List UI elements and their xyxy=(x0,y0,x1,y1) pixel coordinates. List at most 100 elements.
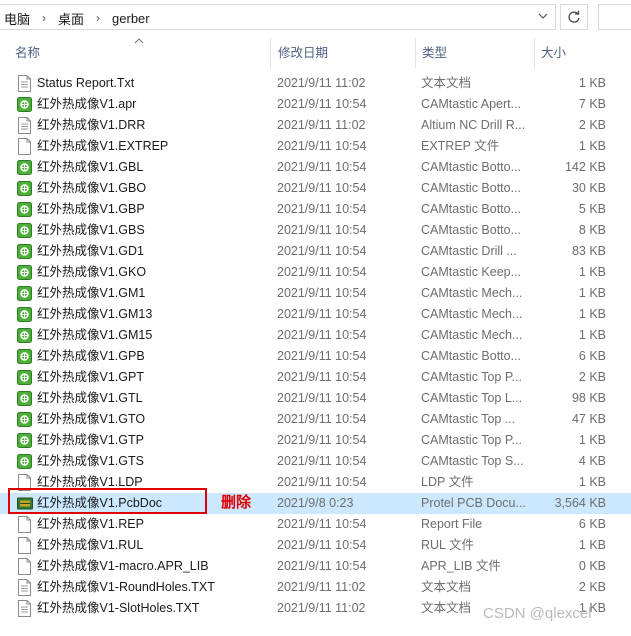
file-name: 红外热成像V1.GM1 xyxy=(37,286,146,300)
file-date: 2021/9/11 10:54 xyxy=(277,412,367,426)
column-name[interactable]: 名称 xyxy=(15,38,270,68)
file-name: 红外热成像V1.GPT xyxy=(37,370,144,384)
file-size: 6 KB xyxy=(578,517,606,531)
blank-file-icon xyxy=(17,138,32,155)
file-row[interactable]: 红外热成像V1.EXTREP 2021/9/11 10:54 EXTREP 文件 1 … xyxy=(0,136,631,157)
file-row[interactable]: 红外热成像V1.GD1 2021/9/11 10:54 CAMtastic Dril… xyxy=(0,241,631,262)
file-size: 3,564 KB xyxy=(554,496,606,510)
chevron-right-icon[interactable]: › xyxy=(88,11,108,25)
file-row[interactable]: 红外热成像V1.DRR 2021/9/11 11:02 Altium NC Dril… xyxy=(0,115,631,136)
file-row[interactable]: 红外热成像V1.GTS 2021/9/11 10:54 CAMtastic Top … xyxy=(0,451,631,472)
file-row[interactable]: 红外热成像V1.GPT 2021/9/11 10:54 CAMtastic Top … xyxy=(0,367,631,388)
file-size: 83 KB xyxy=(571,244,606,258)
file-type: CAMtastic Botto... xyxy=(421,349,522,363)
file-name: 红外热成像V1.GBS xyxy=(37,223,145,237)
file-row[interactable]: 红外热成像V1.GBO 2021/9/11 10:54 CAMtastic Bott… xyxy=(0,178,631,199)
file-name: 红外热成像V1.GBO xyxy=(37,181,147,195)
camtastic-file-icon xyxy=(17,285,32,302)
file-size: 142 KB xyxy=(564,160,606,174)
watermark: CSDN @qlexcel xyxy=(483,605,592,622)
address-bar: 电脑 › 桌面 › gerber xyxy=(0,0,631,34)
file-type: CAMtastic Mech... xyxy=(421,286,523,300)
file-size: 2 KB xyxy=(578,580,606,594)
breadcrumb: 电脑 › 桌面 › gerber xyxy=(0,9,154,27)
camtastic-file-icon xyxy=(17,222,32,239)
column-size[interactable]: 大小 xyxy=(534,38,631,68)
file-name: 红外热成像V1-SlotHoles.TXT xyxy=(37,601,200,615)
text-file-icon xyxy=(17,117,32,134)
blank-file-icon xyxy=(17,516,32,533)
file-row[interactable]: 红外热成像V1.GM1 2021/9/11 10:54 CAMtastic Mech… xyxy=(0,283,631,304)
file-size: 1 KB xyxy=(578,328,606,342)
highlight-box xyxy=(8,488,207,514)
file-row[interactable]: 红外热成像V1.GTL 2021/9/11 10:54 CAMtastic Top … xyxy=(0,388,631,409)
file-name: 红外热成像V1.GBL xyxy=(37,160,144,174)
column-date[interactable]: 修改日期 xyxy=(270,38,415,68)
file-type: Altium NC Drill R... xyxy=(421,118,526,132)
file-size: 5 KB xyxy=(578,202,606,216)
file-type: CAMtastic Keep... xyxy=(421,265,522,279)
file-row[interactable]: 红外热成像V1.RUL 2021/9/11 10:54 RUL 文件 1 KB xyxy=(0,535,631,556)
file-row[interactable]: 红外热成像V1.GBP 2021/9/11 10:54 CAMtastic Bott… xyxy=(0,199,631,220)
file-date: 2021/9/11 11:02 xyxy=(277,76,366,90)
camtastic-file-icon xyxy=(17,201,32,218)
file-type: CAMtastic Top P... xyxy=(421,433,522,447)
file-date: 2021/9/11 10:54 xyxy=(277,475,367,489)
file-name: 红外热成像V1.DRR xyxy=(37,118,146,132)
crumb-desktop[interactable]: 桌面 xyxy=(54,9,88,28)
file-name: 红外热成像V1.GTP xyxy=(37,433,144,447)
file-name: 红外热成像V1.REP xyxy=(37,517,144,531)
file-row[interactable]: 红外热成像V1.GM13 2021/9/11 10:54 CAMtastic Mec… xyxy=(0,304,631,325)
text-file-icon xyxy=(17,75,32,92)
file-size: 6 KB xyxy=(578,349,606,363)
camtastic-file-icon xyxy=(17,432,32,449)
file-row[interactable]: 红外热成像V1-macro.APR_LIB 2021/9/11 10:54 APR_… xyxy=(0,556,631,577)
file-row[interactable]: 红外热成像V1.apr 2021/9/11 10:54 CAMtastic Aper… xyxy=(0,94,631,115)
crumb-computer[interactable]: 电脑 xyxy=(0,9,34,28)
blank-file-icon xyxy=(17,537,32,554)
chevron-right-icon[interactable]: › xyxy=(34,11,54,25)
camtastic-file-icon xyxy=(17,243,32,260)
file-size: 30 KB xyxy=(571,181,606,195)
text-file-icon xyxy=(17,579,32,596)
file-row[interactable]: 红外热成像V1-RoundHoles.TXT 2021/9/11 11:02 文本文… xyxy=(0,577,631,598)
file-type: CAMtastic Apert... xyxy=(421,97,522,111)
chevron-down-icon[interactable] xyxy=(532,9,554,27)
camtastic-file-icon xyxy=(17,306,32,323)
file-row[interactable]: 红外热成像V1.GKO 2021/9/11 10:54 CAMtastic Keep… xyxy=(0,262,631,283)
file-date: 2021/9/11 11:02 xyxy=(277,601,366,615)
file-row[interactable]: 红外热成像V1.GPB 2021/9/11 10:54 CAMtastic Bott… xyxy=(0,346,631,367)
camtastic-file-icon xyxy=(17,453,32,470)
file-type: APR_LIB 文件 xyxy=(421,559,501,573)
column-type[interactable]: 类型 xyxy=(415,38,534,68)
crumb-gerber[interactable]: gerber xyxy=(108,11,154,26)
refresh-icon[interactable] xyxy=(560,4,588,30)
file-name: 红外热成像V1.GTL xyxy=(37,391,143,405)
file-row[interactable]: 红外热成像V1.REP 2021/9/11 10:54 Report File 6 K… xyxy=(0,514,631,535)
file-date: 2021/9/11 10:54 xyxy=(277,517,367,531)
file-type: CAMtastic Botto... xyxy=(421,160,522,174)
file-type: EXTREP 文件 xyxy=(421,139,500,153)
file-row[interactable]: 红外热成像V1.GBL 2021/9/11 10:54 CAMtastic Bott… xyxy=(0,157,631,178)
file-type: CAMtastic Botto... xyxy=(421,223,522,237)
file-row[interactable]: 红外热成像V1.GTP 2021/9/11 10:54 CAMtastic Top … xyxy=(0,430,631,451)
file-size: 1 KB xyxy=(578,538,606,552)
file-size: 1 KB xyxy=(578,307,606,321)
file-size: 47 KB xyxy=(571,412,606,426)
file-type: CAMtastic Top L... xyxy=(421,391,523,405)
camtastic-file-icon xyxy=(17,369,32,386)
search-input[interactable] xyxy=(598,4,631,30)
file-list: Status Report.Txt 2021/9/11 11:02 文本文档 1 KB… xyxy=(0,73,631,619)
file-date: 2021/9/11 10:54 xyxy=(277,559,367,573)
file-name: Status Report.Txt xyxy=(37,76,135,90)
file-type: RUL 文件 xyxy=(421,538,475,552)
file-row[interactable]: 红外热成像V1.GBS 2021/9/11 10:54 CAMtastic Bott… xyxy=(0,220,631,241)
file-date: 2021/9/11 10:54 xyxy=(277,454,367,468)
file-type: Protel PCB Docu... xyxy=(421,496,526,510)
file-row[interactable]: 红外热成像V1.GM15 2021/9/11 10:54 CAMtastic Mec… xyxy=(0,325,631,346)
file-size: 1 KB xyxy=(578,433,606,447)
file-name: 红外热成像V1.GPB xyxy=(37,349,145,363)
file-name: 红外热成像V1-macro.APR_LIB xyxy=(37,559,209,573)
file-row[interactable]: 红外热成像V1.GTO 2021/9/11 10:54 CAMtastic Top … xyxy=(0,409,631,430)
file-row[interactable]: Status Report.Txt 2021/9/11 11:02 文本文档 1 KB xyxy=(0,73,631,94)
